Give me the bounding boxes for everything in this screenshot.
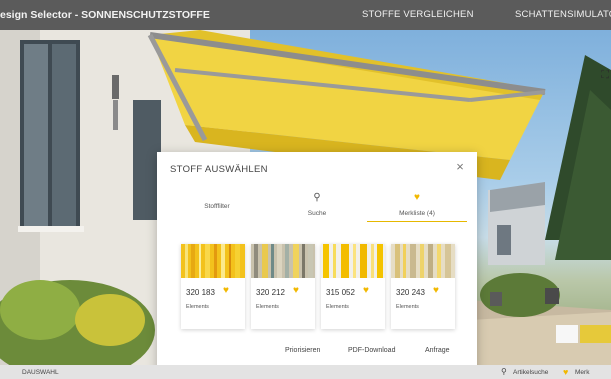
prioritize-button[interactable]: Priorisieren [285,347,320,354]
tab-search[interactable]: ⚲ Suche [267,192,367,222]
fabric-collection: Elements [256,304,279,310]
fabric-collection: Elements [186,304,209,310]
nav-shadow-simulator[interactable]: SCHATTENSIMULATO [515,0,611,30]
fabric-card[interactable]: 315 052 ♥ Elements [321,244,385,329]
fabric-collection: Elements [326,304,349,310]
tab-watchlist[interactable]: ♥ Merkliste (4) [367,192,467,222]
request-button[interactable]: Anfrage [425,347,450,354]
fabric-swatch [391,244,455,278]
heart-icon: ♥ [414,192,420,203]
close-icon: × [456,159,464,174]
fabric-code: 320 243 [396,288,425,297]
fabric-code: 315 052 [326,288,355,297]
fabric-swatch [181,244,245,278]
fabric-card[interactable]: 320 183 ♥ Elements [181,244,245,329]
heart-icon[interactable]: ♥ [293,286,299,296]
dialog-title: STOFF AUSWÄHLEN [170,164,268,175]
watchlist-link[interactable]: Merk [575,369,589,376]
selection-label[interactable]: DAUSWAHL [22,369,59,376]
close-button[interactable]: × [453,160,467,174]
heart-icon[interactable]: ♥ [223,286,229,296]
search-icon: ⚲ [313,192,321,203]
fabric-card[interactable]: 320 212 ♥ Elements [251,244,315,329]
fullscreen-icon[interactable]: ⛶ [601,70,609,81]
heart-icon[interactable]: ♥ [433,286,439,296]
fabric-select-dialog: STOFF AUSWÄHLEN × Stofffilter ⚲ Suche ♥ … [157,152,477,379]
search-icon[interactable]: ⚲ [501,367,507,376]
tab-label: Suche [307,210,327,217]
pdf-download-button[interactable]: PDF-Download [348,347,395,354]
fabric-swatch [321,244,385,278]
heart-icon[interactable]: ♥ [563,367,568,377]
fabric-card[interactable]: 320 243 ♥ Elements [391,244,455,329]
tab-label: Stofffilter [204,203,230,210]
fabric-collection: Elements [396,304,419,310]
fabric-code: 320 183 [186,288,215,297]
fabric-code: 320 212 [256,288,285,297]
heart-icon[interactable]: ♥ [363,286,369,296]
nav-compare-fabrics[interactable]: STOFFE VERGLEICHEN [362,0,474,30]
tab-label: Merkliste (4) [399,210,435,217]
bottom-bar: DAUSWAHL ⚲ Artikelsuche ♥ Merk [0,365,611,379]
app-title: esign Selector - SONNENSCHUTZSTOFFE [0,9,210,21]
dialog-tabs: Stofffilter ⚲ Suche ♥ Merkliste (4) [167,192,467,222]
fabric-swatch [251,244,315,278]
tab-fabric-filter[interactable]: Stofffilter [167,192,267,222]
top-bar: esign Selector - SONNENSCHUTZSTOFFE STOF… [0,0,611,30]
article-search-link[interactable]: Artikelsuche [513,369,548,376]
